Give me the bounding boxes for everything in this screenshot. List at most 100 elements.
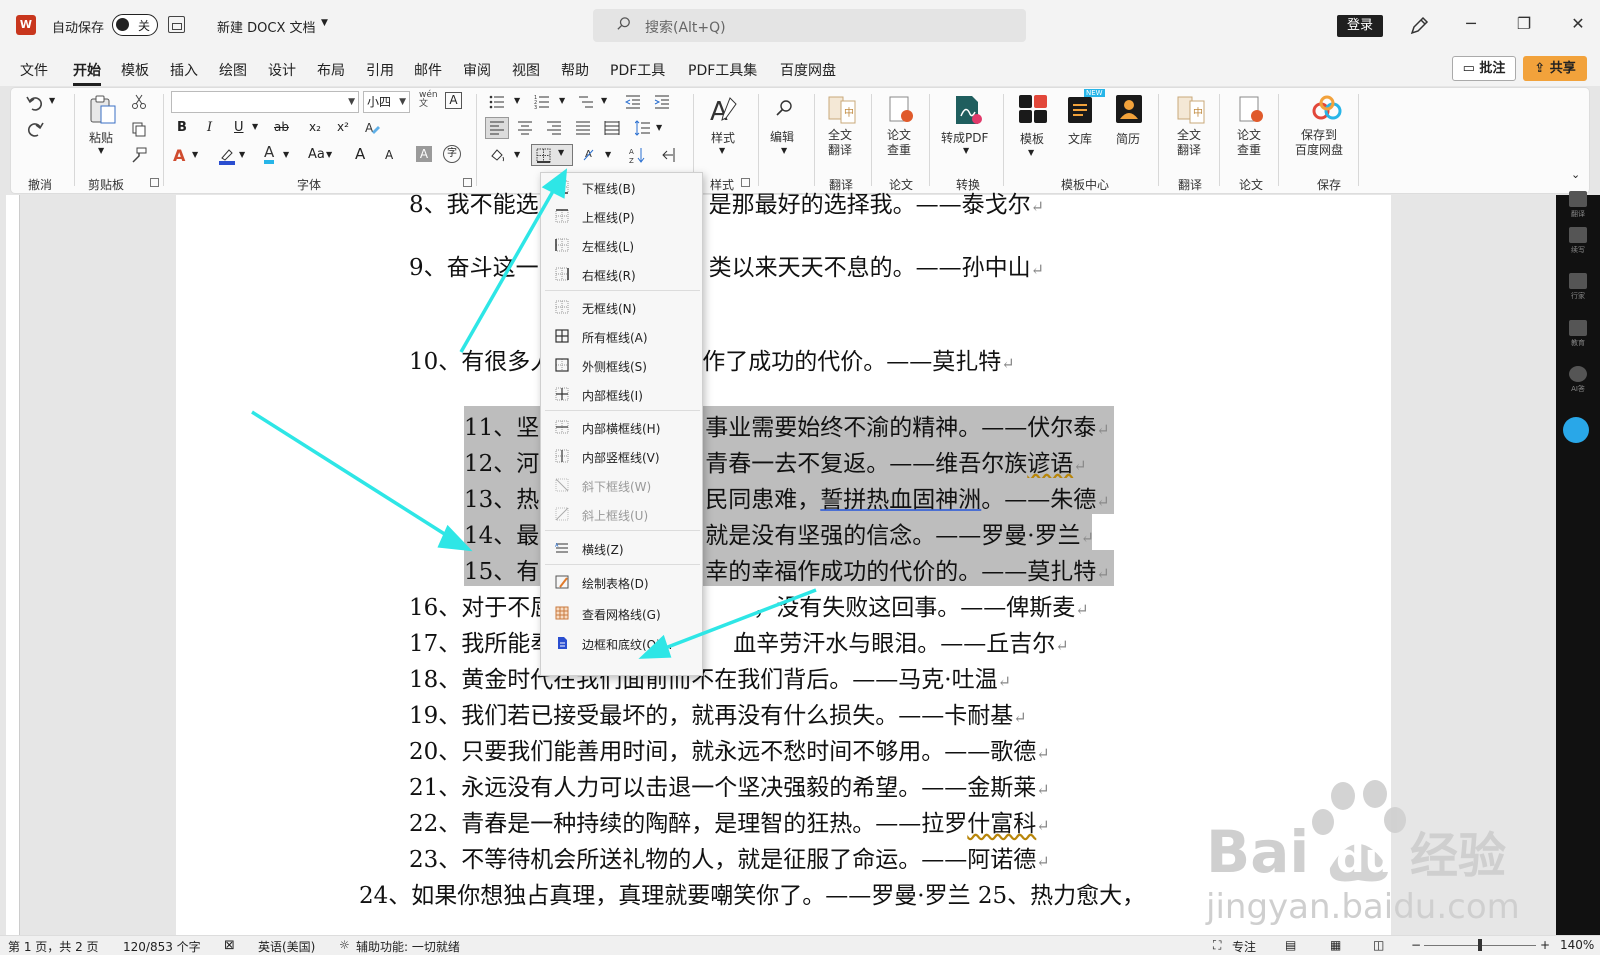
read-mode-icon[interactable]: ▤ [1285,938,1296,952]
menu-item-borders-shading[interactable]: 边框和底纹(O)... [541,629,702,657]
bullets-icon[interactable] [489,94,505,110]
doc-line[interactable]: 23、不等待机会所送礼物的人，就是征服了命运。——阿诺德↵ [409,840,1050,874]
tab-references[interactable]: 引用 [366,60,394,80]
tab-mailings[interactable]: 邮件 [414,60,442,80]
chevron-down-icon[interactable]: ▼ [321,18,328,28]
menu-item-inside-borders[interactable]: 内部框线(I) [541,380,702,408]
menu-item-all-borders[interactable]: 所有框线(A) [541,322,702,350]
full-translate-label-2[interactable]: 全文 翻译 [1177,128,1201,158]
font-name-combo[interactable]: ▼ [171,91,359,113]
tab-template[interactable]: 模板 [121,60,149,80]
borders-button[interactable]: ▼ [531,144,573,166]
focus-icon[interactable]: ⛶ [1213,938,1221,953]
line-spacing-icon[interactable] [635,120,651,136]
paste-dropdown-icon[interactable]: ▼ [98,146,104,155]
library-label[interactable]: 文库 [1068,130,1092,147]
menu-item-horizontal-line[interactable]: A 横线(Z) [541,534,702,562]
bullets-dropdown-icon[interactable]: ▼ [514,96,520,105]
borders-dropdown-icon[interactable]: ▼ [558,148,564,157]
shrink-font-icon[interactable]: A [385,148,393,162]
assistant-icon[interactable] [1563,417,1589,443]
baidu-pan-icon[interactable] [1311,93,1343,125]
italic-button[interactable]: I [207,120,212,135]
tab-layout[interactable]: 布局 [317,60,345,80]
paste-icon[interactable] [87,94,119,126]
shading-dropdown-icon[interactable]: ▼ [514,150,520,159]
template-icon[interactable] [1017,93,1049,125]
menu-item-bottom-border[interactable]: 下框线(B) [541,173,702,201]
template-dropdown-icon[interactable]: ▼ [1028,148,1034,157]
justify-icon[interactable] [575,120,591,136]
doc-line[interactable]: 17、我所能奉 血辛劳汗水与眼泪。——丘吉尔↵ [409,624,1069,658]
edit-dropdown-icon[interactable]: ▼ [781,146,787,155]
panel-translate[interactable]: 翻译 [1565,191,1591,225]
paper-check-label-2[interactable]: 论文 查重 [1237,128,1261,158]
numbering-icon[interactable]: 123 [534,94,550,110]
font-size-combo[interactable]: 小四 ▼ [363,91,410,113]
find-icon[interactable] [774,98,794,118]
doc-line[interactable]: 22、青春是一种持续的陶醉，是理智的狂热。——拉罗什富科↵ [409,804,1050,838]
chevron-down-icon[interactable]: ▼ [399,92,406,112]
font-color-dropdown-icon[interactable]: ▼ [283,150,289,159]
enclose-char-icon[interactable]: 字 [443,145,461,163]
search-box[interactable]: 搜索(Alt+Q) [593,9,1026,42]
align-left-button[interactable] [485,117,509,139]
chevron-down-icon[interactable]: ▼ [348,92,355,112]
text-direction-dropdown-icon[interactable]: ▼ [605,150,611,159]
cut-icon[interactable] [131,94,147,110]
save-baidu-label[interactable]: 保存到 百度网盘 [1295,128,1343,158]
copy-icon[interactable] [131,121,147,137]
char-border-icon[interactable]: A [445,92,462,109]
comment-button[interactable]: ▭ 批注 [1452,56,1516,81]
accessibility-status[interactable]: 辅助功能: 一切就绪 [356,938,460,955]
restore-icon[interactable]: ❐ [1514,14,1534,34]
zoom-slider-thumb[interactable] [1478,939,1482,951]
to-pdf-dropdown-icon[interactable]: ▼ [963,146,969,155]
tab-baidu-pan[interactable]: 百度网盘 [780,60,836,80]
format-painter-icon[interactable] [131,147,147,163]
clear-format-icon[interactable]: A [364,120,380,136]
accessibility-icon[interactable]: ☼ [339,938,350,952]
styles-icon[interactable]: A [708,94,740,126]
paste-label[interactable]: 粘贴 [89,129,113,146]
web-layout-icon[interactable]: ◫ [1373,938,1384,952]
tab-file[interactable]: 文件 [20,60,48,80]
multilevel-dropdown-icon[interactable]: ▼ [601,96,607,105]
undo-dropdown-icon[interactable]: ▼ [49,96,55,105]
proofing-icon[interactable]: ⊠ [224,938,235,953]
full-translate-icon-2[interactable]: 中 [1175,94,1207,126]
word-count[interactable]: 120/853 个字 [123,938,201,955]
tab-draw[interactable]: 绘图 [219,60,247,80]
line-spacing-dropdown-icon[interactable]: ▼ [656,123,662,132]
login-button[interactable]: 登录 [1337,15,1383,37]
to-pdf-label[interactable]: 转成PDF [941,129,988,146]
zoom-out-icon[interactable]: − [1411,938,1421,952]
doc-line[interactable]: 20、只要我们能善用时间，就永远不愁时间不够用。——歌德↵ [409,732,1050,766]
paper-check-icon-2[interactable] [1235,94,1267,126]
char-shading-icon[interactable]: A [416,146,432,162]
styles-label[interactable]: 样式 [711,129,735,146]
highlight-dropdown-icon[interactable]: ▼ [239,150,245,159]
tab-review[interactable]: 审阅 [463,60,491,80]
font-color-icon[interactable]: A [264,144,275,164]
multilevel-list-icon[interactable] [578,94,594,110]
redo-icon[interactable] [25,120,45,138]
menu-item-inside-horizontal[interactable]: 内部横框线(H) [541,413,702,441]
panel-continue[interactable]: 续写 [1565,227,1591,261]
resume-icon[interactable] [1113,93,1145,125]
tab-design[interactable]: 设计 [268,60,296,80]
clipboard-launcher-icon[interactable] [150,178,159,187]
menu-item-inside-vertical[interactable]: 内部竖框线(V) [541,442,702,470]
library-icon[interactable] [1065,93,1097,125]
language-indicator[interactable]: 英语(美国) [258,938,315,955]
undo-icon[interactable] [25,94,45,112]
align-center-icon[interactable] [517,120,533,136]
page-indicator[interactable]: 第 1 页，共 2 页 [8,938,99,955]
menu-item-outside-borders[interactable]: 外侧框线(S) [541,351,702,379]
zoom-level[interactable]: 140% [1560,938,1594,952]
phonetic-guide-icon[interactable]: wén 文 [419,91,438,109]
subscript-button[interactable]: x₂ [309,120,321,134]
menu-item-no-border[interactable]: 无框线(N) [541,293,702,321]
panel-education[interactable]: 教育 [1565,320,1591,354]
align-right-icon[interactable] [546,120,562,136]
